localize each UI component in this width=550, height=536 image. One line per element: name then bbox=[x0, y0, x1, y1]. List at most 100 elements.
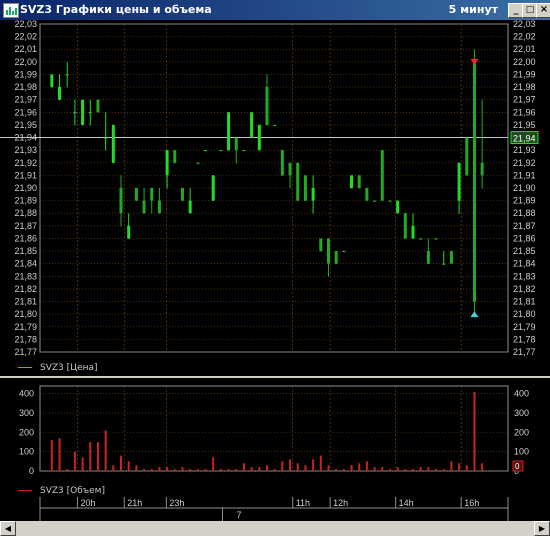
volume-bar bbox=[227, 469, 230, 471]
volume-bar bbox=[335, 469, 338, 471]
price-bar-body bbox=[250, 112, 254, 138]
price-bar-body bbox=[211, 175, 215, 201]
price-bar-body bbox=[396, 200, 400, 214]
sell-marker-icon bbox=[470, 58, 479, 65]
price-bar-body bbox=[303, 175, 307, 201]
date-label: 7 bbox=[237, 510, 242, 520]
price-bar-body bbox=[180, 188, 184, 201]
price-tick-label-left: 22,01 bbox=[14, 44, 37, 54]
time-tick-label: 23h bbox=[169, 498, 184, 508]
price-bar-body bbox=[457, 162, 461, 201]
volume-bar bbox=[412, 469, 414, 471]
price-bar-body bbox=[434, 238, 438, 240]
price-bar-body bbox=[357, 175, 361, 188]
price-bar-body bbox=[65, 74, 69, 76]
volume-bar bbox=[281, 461, 284, 471]
volume-bar bbox=[143, 469, 146, 471]
time-tick-label: 21h bbox=[127, 498, 142, 508]
price-tick-label-right: 22,00 bbox=[513, 57, 536, 67]
price-bar-body bbox=[188, 200, 192, 214]
volume-bar bbox=[127, 461, 130, 471]
scroll-left-icon[interactable]: ◀ bbox=[0, 521, 16, 536]
volume-bar bbox=[481, 463, 484, 471]
volume-bar bbox=[258, 467, 261, 471]
volume-bar bbox=[166, 467, 169, 471]
volume-bar bbox=[350, 465, 353, 471]
price-tick-label-right: 21,96 bbox=[513, 107, 536, 117]
volume-tick-label-left: 200 bbox=[19, 427, 34, 437]
volume-bar bbox=[465, 465, 468, 471]
scroll-right-icon[interactable]: ▶ bbox=[534, 521, 550, 536]
horizontal-scrollbar[interactable]: ◀ ▶ bbox=[0, 521, 550, 536]
volume-bar bbox=[204, 469, 207, 471]
price-bar-body bbox=[111, 124, 115, 163]
price-tick-label-right: 21,92 bbox=[513, 158, 536, 168]
volume-tick-label-right: 200 bbox=[514, 427, 529, 437]
price-bar-body bbox=[142, 200, 146, 214]
volume-bar bbox=[442, 469, 445, 471]
volume-bar bbox=[396, 467, 399, 471]
price-tick-label-left: 21,91 bbox=[14, 170, 37, 180]
price-tick-label-left: 21,99 bbox=[14, 69, 37, 79]
volume-bar bbox=[473, 391, 476, 471]
volume-bar bbox=[150, 469, 153, 471]
volume-bar bbox=[219, 469, 222, 471]
price-legend: SVZ3 [Цена] bbox=[18, 363, 98, 373]
volume-tick-label-left: 0 bbox=[29, 466, 34, 476]
price-tick-label-left: 21,89 bbox=[14, 196, 37, 206]
price-bar-body bbox=[96, 99, 100, 113]
price-tick-label-right: 21,88 bbox=[513, 208, 536, 218]
price-tick-label-right: 22,03 bbox=[513, 19, 536, 29]
price-tick-label-right: 21,85 bbox=[513, 246, 536, 256]
volume-legend-swatch bbox=[18, 490, 32, 491]
volume-bar bbox=[135, 465, 138, 471]
price-bar-body bbox=[119, 188, 123, 214]
price-bar-body bbox=[411, 225, 415, 239]
price-bar-body bbox=[288, 162, 292, 176]
price-tick-label-left: 21,98 bbox=[14, 82, 37, 92]
volume-bar bbox=[181, 467, 184, 471]
price-tick-label-right: 22,01 bbox=[513, 44, 536, 54]
volume-bar bbox=[250, 467, 253, 471]
price-bar-body bbox=[127, 225, 131, 239]
price-bar-body bbox=[280, 150, 284, 176]
price-tick-label-left: 21,93 bbox=[14, 145, 37, 155]
time-tick-label: 14h bbox=[399, 498, 414, 508]
price-bar-body bbox=[380, 150, 384, 201]
volume-bar bbox=[388, 469, 391, 471]
price-tick-label-right: 21,84 bbox=[513, 259, 536, 269]
price-tick-label-left: 21,87 bbox=[14, 221, 37, 231]
price-bar-body bbox=[419, 238, 423, 240]
price-tick-label-right: 22,02 bbox=[513, 32, 536, 42]
price-bar-body bbox=[388, 200, 392, 202]
price-tick-label-right: 21,83 bbox=[513, 271, 536, 281]
price-bar-body bbox=[242, 150, 246, 152]
price-legend-swatch bbox=[18, 367, 32, 368]
volume-bar bbox=[66, 469, 69, 471]
price-tick-label-left: 22,03 bbox=[14, 19, 37, 29]
volume-bar bbox=[104, 430, 107, 471]
price-tick-label-right: 21,90 bbox=[513, 183, 536, 193]
price-tick-label-right: 21,89 bbox=[513, 196, 536, 206]
volume-bar bbox=[358, 463, 361, 471]
price-tick-label-right: 21,98 bbox=[513, 82, 536, 92]
price-bar-body bbox=[311, 188, 315, 201]
price-bar-body bbox=[472, 61, 476, 302]
price-tick-label-left: 21,96 bbox=[14, 107, 37, 117]
price-tick-label-left: 21,90 bbox=[14, 183, 37, 193]
price-bar-body bbox=[165, 150, 169, 176]
volume-bar bbox=[189, 469, 192, 471]
volume-bar bbox=[81, 457, 84, 471]
price-tick-label-right: 21,93 bbox=[513, 145, 536, 155]
chart-canvas[interactable]: 22,03 22,03 22,02 22,02 22,01 22,01 22,00 22,00… bbox=[0, 0, 550, 535]
price-tick-label-left: 21,83 bbox=[14, 271, 37, 281]
volume-bar bbox=[312, 459, 315, 471]
price-bar-body bbox=[50, 74, 54, 88]
time-tick-label: 11h bbox=[296, 498, 310, 508]
volume-bar bbox=[304, 465, 307, 471]
current-price-label: 21,94 bbox=[513, 134, 536, 144]
price-tick-label-right: 21,82 bbox=[513, 284, 536, 294]
price-tick-label-left: 21,92 bbox=[14, 158, 37, 168]
volume-bar bbox=[212, 457, 215, 471]
volume-bar bbox=[404, 469, 407, 471]
